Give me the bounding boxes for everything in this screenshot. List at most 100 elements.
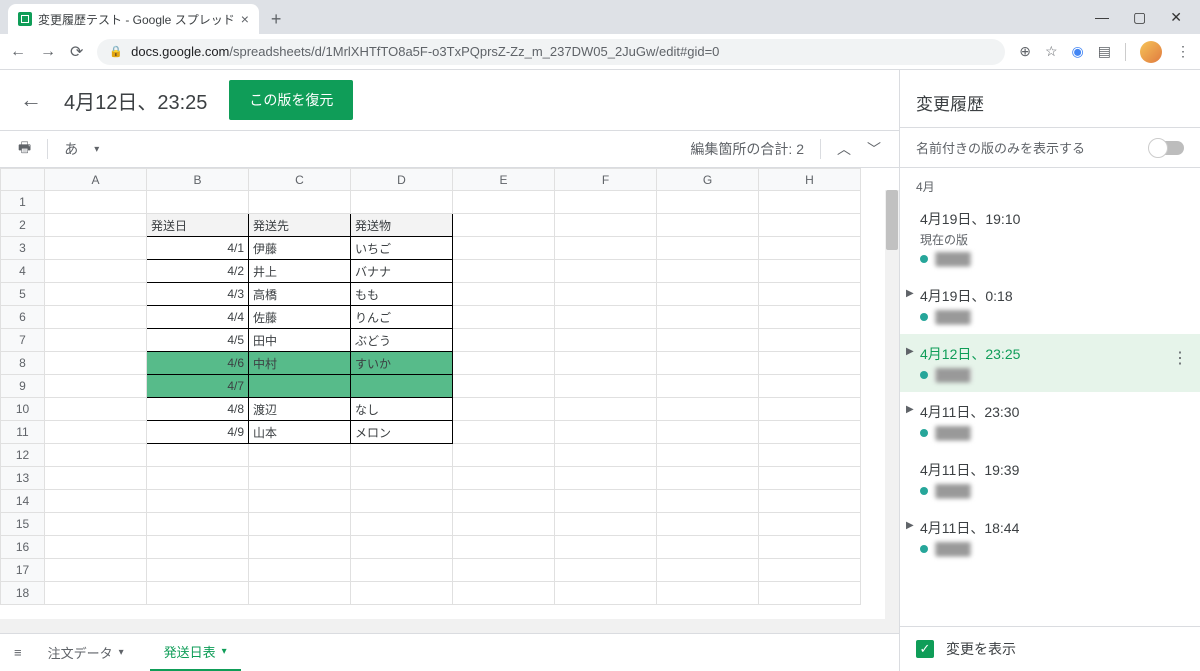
cell[interactable] xyxy=(657,283,759,306)
show-changes-checkbox[interactable]: ✓ xyxy=(916,640,934,658)
cell[interactable] xyxy=(45,237,147,260)
back-arrow-icon[interactable]: ← xyxy=(20,87,42,113)
cell[interactable] xyxy=(249,375,351,398)
minimize-icon[interactable]: — xyxy=(1095,9,1109,26)
cell[interactable] xyxy=(147,490,249,513)
cell[interactable] xyxy=(555,467,657,490)
cell[interactable] xyxy=(45,490,147,513)
cell[interactable]: 発送先 xyxy=(249,214,351,237)
cell[interactable] xyxy=(555,582,657,605)
cell[interactable]: 4/9 xyxy=(147,421,249,444)
cell[interactable] xyxy=(657,306,759,329)
address-field[interactable]: 🔒 docs.google.com/spreadsheets/d/1MrlXHT… xyxy=(97,39,1005,65)
expand-caret-icon[interactable]: ▶ xyxy=(906,520,914,531)
row-header[interactable]: 5 xyxy=(1,283,45,306)
cell[interactable] xyxy=(555,559,657,582)
cell[interactable] xyxy=(351,513,453,536)
cell[interactable] xyxy=(351,467,453,490)
row-header[interactable]: 2 xyxy=(1,214,45,237)
cell[interactable] xyxy=(759,467,861,490)
cell[interactable] xyxy=(555,283,657,306)
cell[interactable] xyxy=(453,260,555,283)
prev-edit-icon[interactable]: ︿ xyxy=(837,139,851,159)
column-header[interactable]: H xyxy=(759,169,861,191)
profile-avatar-icon[interactable] xyxy=(1140,41,1162,63)
cell[interactable] xyxy=(657,513,759,536)
cell[interactable] xyxy=(759,582,861,605)
cell[interactable] xyxy=(555,191,657,214)
cell[interactable]: すいか xyxy=(351,352,453,375)
row-header[interactable]: 14 xyxy=(1,490,45,513)
cell[interactable] xyxy=(249,536,351,559)
cell[interactable] xyxy=(45,513,147,536)
vertical-scrollbar[interactable] xyxy=(885,190,899,619)
cell[interactable] xyxy=(657,398,759,421)
next-edit-icon[interactable]: ﹀ xyxy=(867,139,881,159)
cell[interactable]: 山本 xyxy=(249,421,351,444)
cell[interactable] xyxy=(147,467,249,490)
cell[interactable] xyxy=(657,329,759,352)
cell[interactable] xyxy=(249,191,351,214)
cell[interactable] xyxy=(555,214,657,237)
cell[interactable] xyxy=(351,582,453,605)
cell[interactable]: いちご xyxy=(351,237,453,260)
column-header[interactable]: B xyxy=(147,169,249,191)
cell[interactable] xyxy=(249,467,351,490)
row-header[interactable]: 10 xyxy=(1,398,45,421)
cell[interactable] xyxy=(657,421,759,444)
cell[interactable] xyxy=(453,329,555,352)
cell[interactable] xyxy=(759,421,861,444)
cell[interactable] xyxy=(45,329,147,352)
cell[interactable] xyxy=(759,260,861,283)
cell[interactable]: 4/5 xyxy=(147,329,249,352)
cell[interactable]: ぶどう xyxy=(351,329,453,352)
cell[interactable]: もも xyxy=(351,283,453,306)
column-header[interactable]: D xyxy=(351,169,453,191)
cell[interactable] xyxy=(45,398,147,421)
row-header[interactable]: 1 xyxy=(1,191,45,214)
cell[interactable] xyxy=(453,398,555,421)
cell[interactable]: 4/1 xyxy=(147,237,249,260)
cell[interactable] xyxy=(759,375,861,398)
cell[interactable] xyxy=(45,467,147,490)
cell[interactable] xyxy=(45,283,147,306)
cell[interactable] xyxy=(759,306,861,329)
horizontal-scrollbar[interactable] xyxy=(0,619,899,633)
cell[interactable] xyxy=(249,582,351,605)
column-header[interactable]: A xyxy=(45,169,147,191)
sheet-tab-shipping[interactable]: 発送日表 ▾ xyxy=(150,634,241,671)
cell[interactable] xyxy=(759,283,861,306)
cell[interactable] xyxy=(147,513,249,536)
cell[interactable] xyxy=(453,490,555,513)
cell[interactable] xyxy=(45,582,147,605)
cell[interactable] xyxy=(657,582,759,605)
cell[interactable]: 田中 xyxy=(249,329,351,352)
cell[interactable] xyxy=(657,559,759,582)
cell[interactable]: 4/8 xyxy=(147,398,249,421)
cell[interactable] xyxy=(453,444,555,467)
cell[interactable] xyxy=(453,559,555,582)
expand-caret-icon[interactable]: ▶ xyxy=(906,288,914,299)
cell[interactable] xyxy=(453,191,555,214)
reload-icon[interactable]: ⟳ xyxy=(70,42,83,62)
row-header[interactable]: 12 xyxy=(1,444,45,467)
cell[interactable]: 4/7 xyxy=(147,375,249,398)
cell[interactable] xyxy=(759,329,861,352)
cell[interactable] xyxy=(45,375,147,398)
row-header[interactable]: 16 xyxy=(1,536,45,559)
nav-back-icon[interactable]: ← xyxy=(10,43,26,61)
cell[interactable] xyxy=(555,352,657,375)
cell[interactable] xyxy=(657,352,759,375)
maximize-icon[interactable]: ▢ xyxy=(1133,9,1146,26)
cell[interactable] xyxy=(759,444,861,467)
cell[interactable] xyxy=(759,536,861,559)
cell[interactable] xyxy=(759,237,861,260)
cell[interactable] xyxy=(453,237,555,260)
cell[interactable]: 佐藤 xyxy=(249,306,351,329)
cell[interactable] xyxy=(351,490,453,513)
cell[interactable] xyxy=(147,582,249,605)
cell[interactable] xyxy=(657,237,759,260)
cell[interactable] xyxy=(45,444,147,467)
column-header[interactable]: C xyxy=(249,169,351,191)
cell[interactable] xyxy=(657,536,759,559)
